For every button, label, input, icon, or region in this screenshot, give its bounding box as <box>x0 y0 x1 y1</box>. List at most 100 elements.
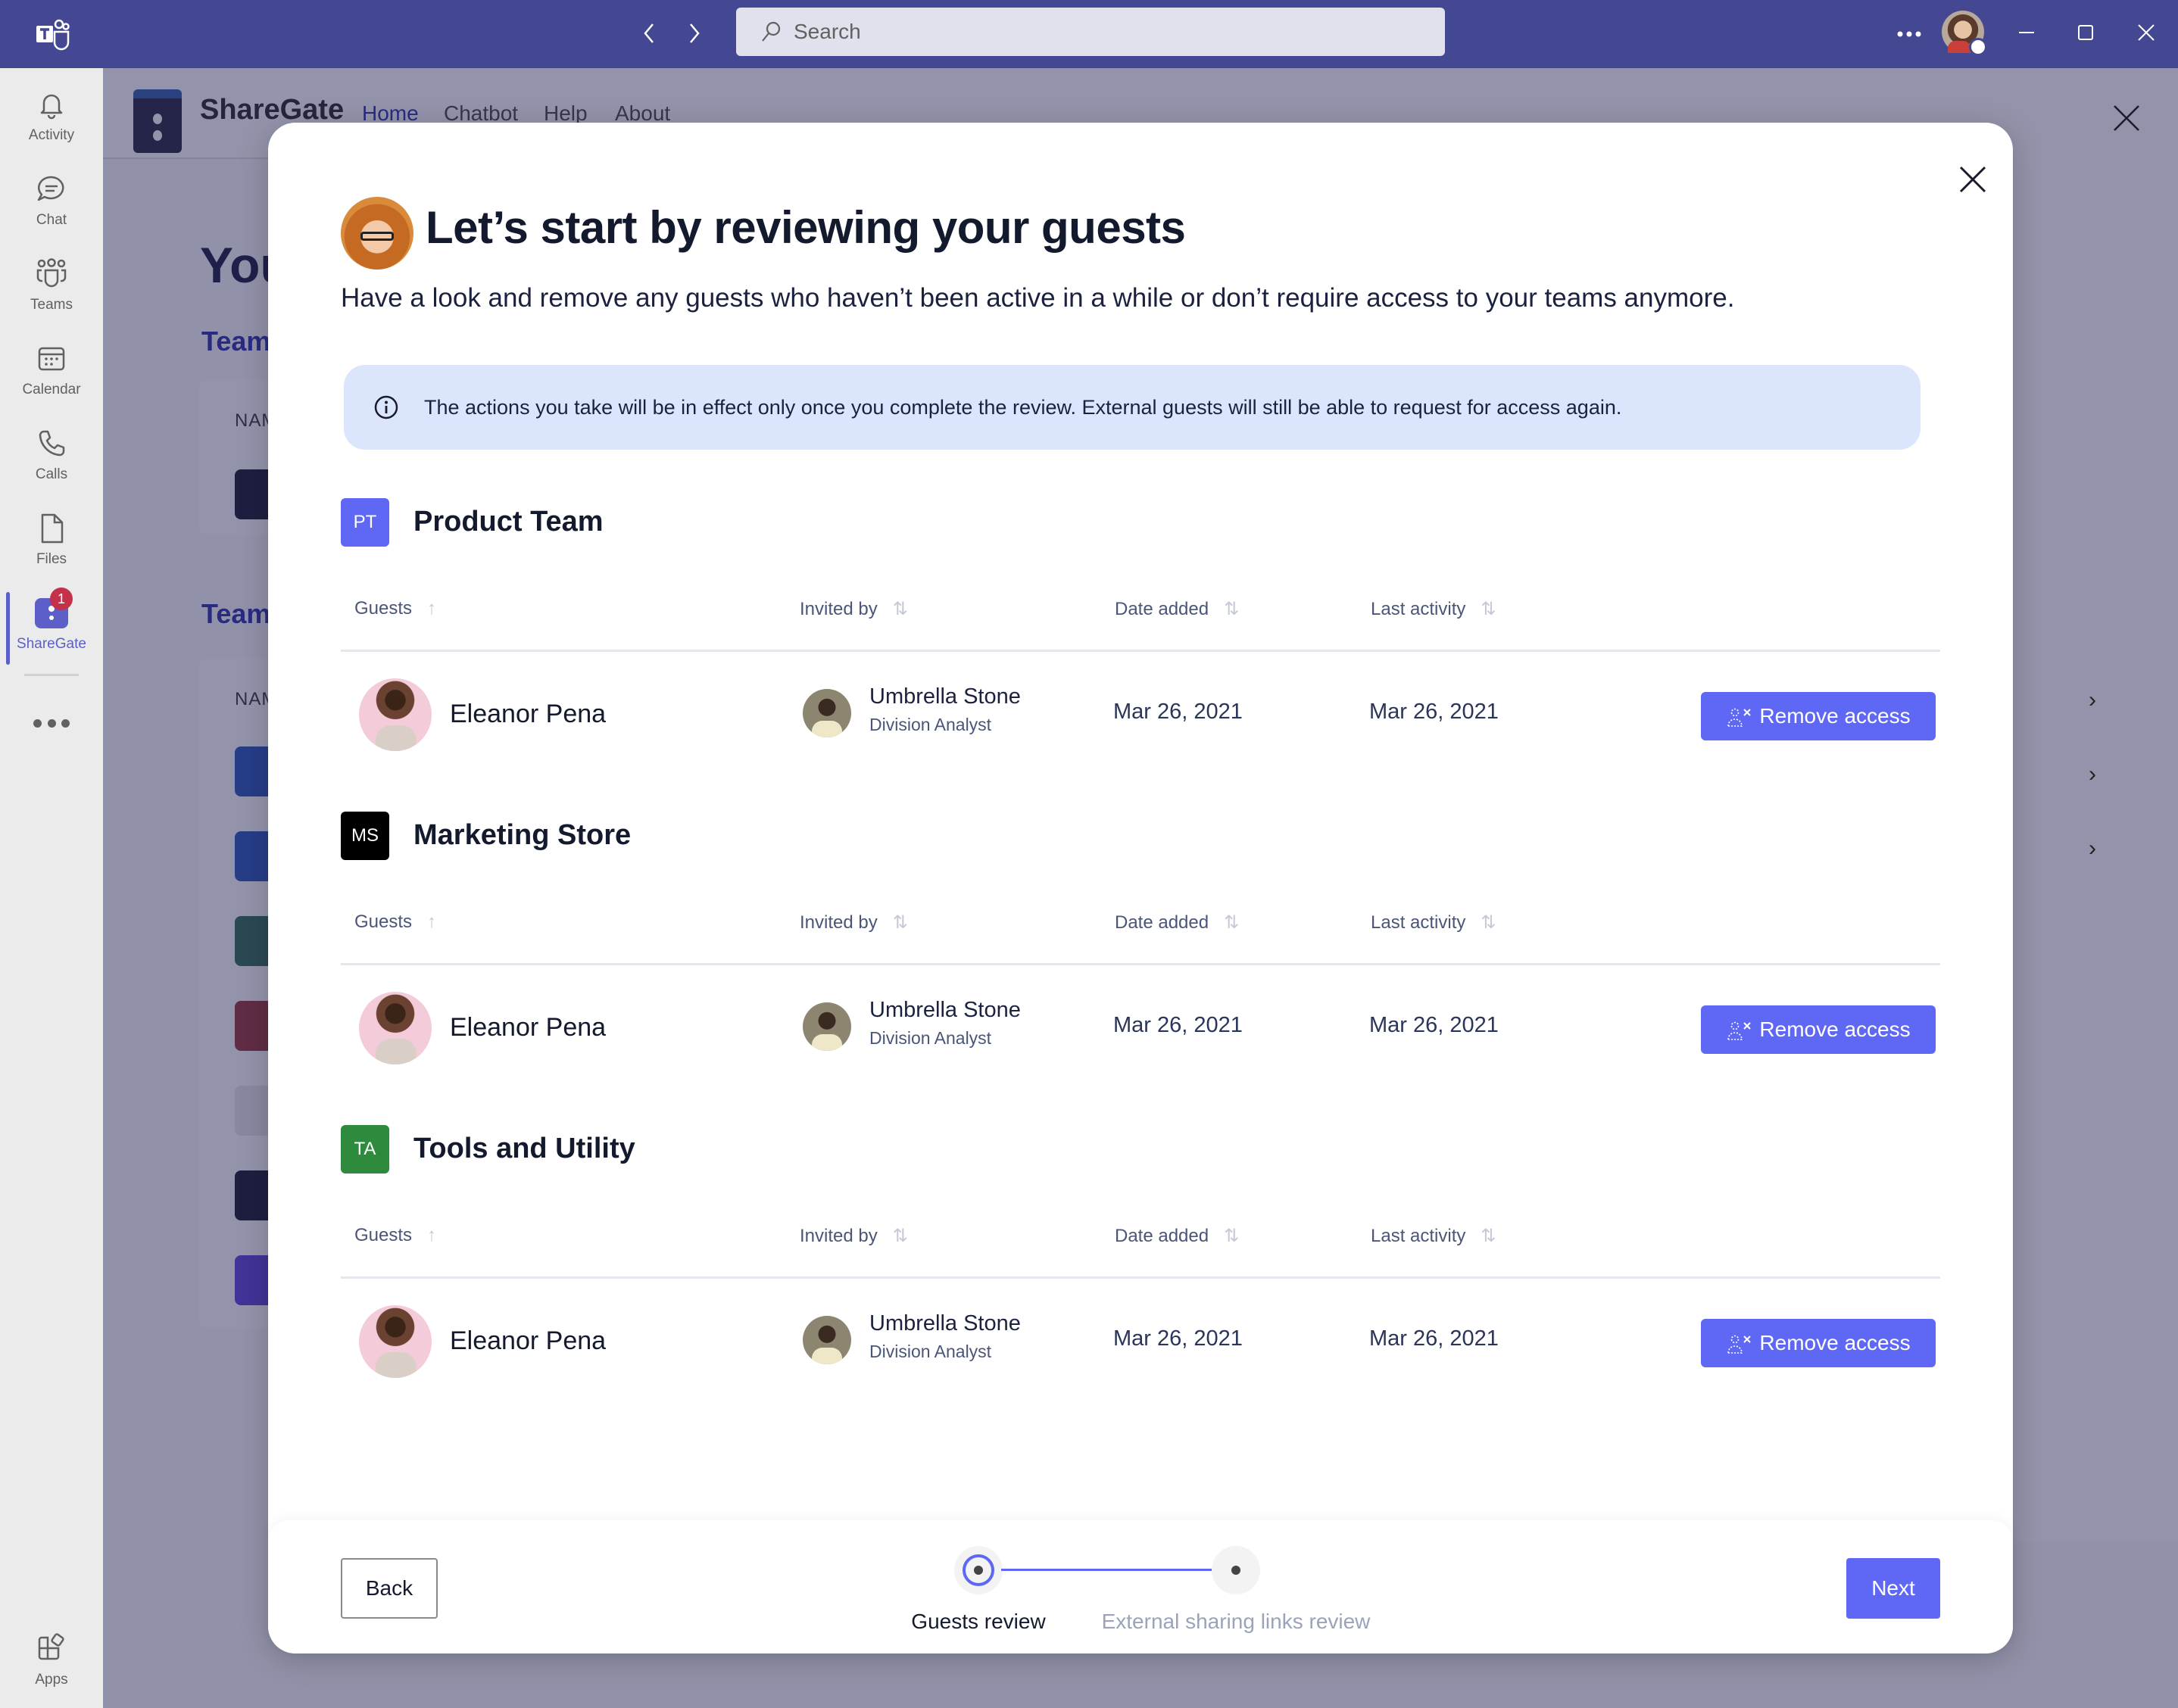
notification-badge: 1 <box>50 588 73 610</box>
rail-label: Chat <box>36 212 67 228</box>
forward-nav-icon[interactable] <box>677 17 710 50</box>
rail-label: Calendar <box>22 382 81 397</box>
guest-name: Eleanor Pena <box>450 1013 607 1042</box>
column-header-invited-by[interactable]: Invited by ⇅ <box>800 1225 908 1247</box>
column-label: Guests <box>354 912 413 932</box>
step-label-external-sharing: External sharing links review <box>1101 1610 1371 1633</box>
more-options-icon[interactable] <box>1890 15 1928 53</box>
rail-label: Files <box>36 551 67 567</box>
rail-label: Activity <box>28 127 75 143</box>
column-label: Last activity <box>1371 912 1466 933</box>
info-icon <box>374 395 398 419</box>
maximize-button[interactable] <box>2064 14 2107 51</box>
sort-icon: ⇅ <box>1224 912 1240 933</box>
column-header-date-added[interactable]: Date added ⇅ <box>1115 598 1239 620</box>
assistant-avatar <box>341 197 413 270</box>
column-label: Invited by <box>800 1225 878 1246</box>
back-button[interactable]: Back <box>341 1558 438 1619</box>
step-connector <box>1001 1569 1212 1571</box>
avatar-image <box>1948 41 1970 53</box>
teams-icon <box>36 258 67 288</box>
column-label: Invited by <box>800 598 878 619</box>
team-section: TA Tools and Utility Guests ↑ Invited by ⇅… <box>341 1125 1940 1428</box>
next-button[interactable]: Next <box>1846 1558 1940 1619</box>
rail-item-teams[interactable]: Teams <box>0 253 103 329</box>
sort-ascending-icon: ↑ <box>427 598 437 619</box>
inviter-name: Umbrella Stone <box>869 1311 1021 1336</box>
step-external-sharing[interactable] <box>1212 1546 1260 1594</box>
remove-access-label: Remove access <box>1759 704 1911 728</box>
column-header-last-activity[interactable]: Last activity ⇅ <box>1371 1225 1496 1247</box>
step-guests-review[interactable] <box>954 1546 1003 1594</box>
side-panel-close-icon[interactable] <box>2111 103 2142 137</box>
rail-item-chat[interactable]: Chat <box>0 168 103 244</box>
column-header-invited-by[interactable]: Invited by ⇅ <box>800 912 908 933</box>
search-icon <box>762 21 781 42</box>
header-divider <box>341 650 1940 652</box>
chevron-right-icon[interactable]: › <box>2089 836 2096 862</box>
remove-access-button[interactable]: Remove access <box>1701 1319 1936 1367</box>
column-header-guests[interactable]: Guests ↑ <box>354 912 436 933</box>
guest-avatar <box>359 992 432 1064</box>
column-header-date-added[interactable]: Date added ⇅ <box>1115 1225 1239 1247</box>
last-activity: Mar 26, 2021 <box>1369 700 1499 724</box>
rail-item-sharegate[interactable]: 1 ShareGate <box>0 588 103 668</box>
team-initials-tile: PT <box>341 498 389 547</box>
rail-item-files[interactable]: Files <box>0 507 103 583</box>
sort-ascending-icon: ↑ <box>427 1225 437 1245</box>
rail-item-apps[interactable]: Apps <box>0 1628 103 1703</box>
column-header-date-added[interactable]: Date added ⇅ <box>1115 912 1239 933</box>
remove-user-icon <box>1727 1021 1752 1040</box>
inviter-name: Umbrella Stone <box>869 998 1021 1022</box>
title-bar: Search <box>0 0 2178 68</box>
user-avatar[interactable] <box>1942 11 1987 56</box>
chevron-right-icon[interactable]: › <box>2089 687 2096 713</box>
sort-icon: ⇅ <box>1481 1226 1496 1246</box>
column-header-guests[interactable]: Guests ↑ <box>354 598 436 619</box>
search-placeholder: Search <box>794 20 861 43</box>
remove-user-icon <box>1727 708 1752 727</box>
close-dialog-button[interactable] <box>1946 153 1999 206</box>
team-section: PT Product Team Guests ↑ Invited by ⇅ Date… <box>341 498 1940 801</box>
date-added: Mar 26, 2021 <box>1113 1326 1243 1351</box>
guest-name: Eleanor Pena <box>450 700 607 728</box>
more-apps-icon[interactable] <box>33 712 70 734</box>
column-header-invited-by[interactable]: Invited by ⇅ <box>800 598 908 620</box>
inviter-name: Umbrella Stone <box>869 684 1021 709</box>
inviter-avatar <box>803 1316 851 1364</box>
calendar-icon <box>38 347 65 371</box>
rail-item-activity[interactable]: Activity <box>0 83 103 159</box>
rail-label: Calls <box>35 466 68 482</box>
rail-label: Apps <box>35 1672 68 1688</box>
team-name: Tools and Utility <box>413 1133 635 1164</box>
column-label: Guests <box>354 598 413 619</box>
guest-name: Eleanor Pena <box>450 1326 607 1355</box>
column-header-last-activity[interactable]: Last activity ⇅ <box>1371 598 1496 620</box>
guest-avatar <box>359 1305 432 1378</box>
rail-item-calendar[interactable]: Calendar <box>0 338 103 413</box>
column-header-guests[interactable]: Guests ↑ <box>354 1225 436 1246</box>
back-nav-icon[interactable] <box>633 17 666 50</box>
remove-access-button[interactable]: Remove access <box>1701 692 1936 740</box>
column-label: Date added <box>1115 598 1209 619</box>
team-initials-tile: MS <box>341 812 389 860</box>
search-input[interactable]: Search <box>736 8 1445 56</box>
column-label: Date added <box>1115 912 1209 933</box>
minimize-button[interactable] <box>2005 14 2048 51</box>
dialog-subtitle: Have a look and remove any guests who ha… <box>341 283 1735 313</box>
chevron-right-icon[interactable]: › <box>2089 762 2096 787</box>
inviter-role: Division Analyst <box>869 1342 992 1361</box>
date-added: Mar 26, 2021 <box>1113 1013 1243 1037</box>
column-label: Last activity <box>1371 1225 1466 1246</box>
remove-access-label: Remove access <box>1759 1018 1911 1041</box>
remove-access-button[interactable]: Remove access <box>1701 1005 1936 1054</box>
close-window-button[interactable] <box>2125 14 2167 51</box>
header-divider <box>341 963 1940 965</box>
header-divider <box>341 1276 1940 1279</box>
guest-avatar <box>359 678 432 751</box>
team-initials-tile: TA <box>341 1125 389 1173</box>
sort-icon: ⇅ <box>892 599 908 619</box>
step-current-ring <box>963 1554 994 1586</box>
column-header-last-activity[interactable]: Last activity ⇅ <box>1371 912 1496 933</box>
rail-item-calls[interactable]: Calls <box>0 422 103 498</box>
